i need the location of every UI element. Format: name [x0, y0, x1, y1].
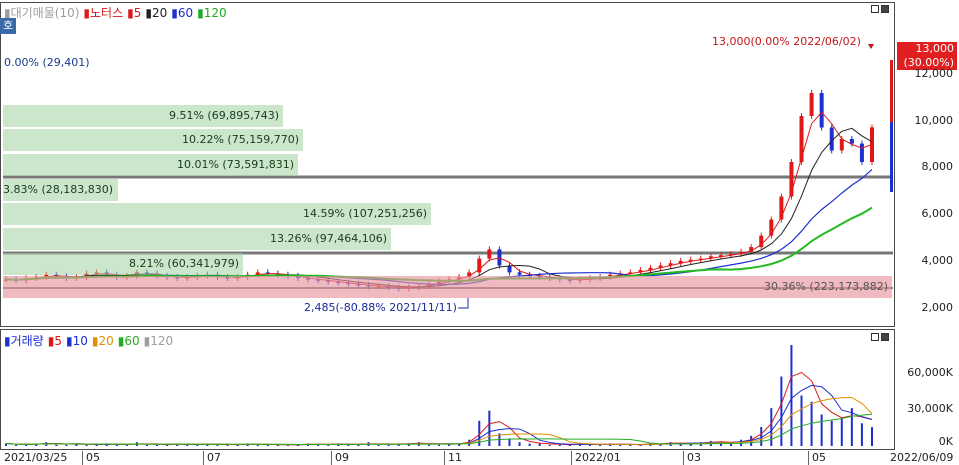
volume-bar	[65, 444, 68, 446]
supply-bar-label: 3.83% (28,183,830)	[3, 183, 114, 196]
supply-bar: 3.83% (28,183,830)	[3, 179, 118, 201]
supply-bar-label: 14.59% (107,251,256)	[302, 207, 427, 220]
candle-body	[849, 139, 854, 144]
volume-legend-item[interactable]: ▮120	[144, 334, 174, 348]
supply-bar: 9.51% (69,895,743)	[3, 105, 283, 127]
price-legend-item[interactable]: ▮120	[197, 6, 227, 20]
price-legend: ▮대기매물(10) ▮노터스 ▮5 ▮20 ▮60 ▮120	[4, 4, 231, 21]
volume-bar	[800, 395, 803, 446]
candle-body	[839, 139, 844, 151]
vol-ma60-line	[5, 413, 873, 446]
supply-bar: 10.01% (73,591,831)	[3, 154, 298, 176]
supply-bar: 10.22% (75,159,770)	[3, 129, 303, 151]
candle-body	[487, 249, 492, 259]
candle-body	[517, 272, 522, 275]
price-window-buttons[interactable]	[871, 5, 889, 13]
volume-bar	[377, 444, 380, 446]
volume-bar	[347, 444, 350, 446]
volume-bar	[840, 418, 843, 446]
maximize-icon[interactable]	[881, 5, 889, 13]
volume-bar	[518, 442, 521, 446]
supply-bar: 14.59% (107,251,256)	[3, 203, 431, 225]
volume-bar	[830, 420, 833, 446]
supply-bar: 30.36% (223,173,882)	[3, 276, 892, 298]
price-legend-item[interactable]: ▮5	[127, 6, 141, 20]
volume-bar	[790, 345, 793, 446]
volume-bar	[619, 444, 622, 446]
volume-bar	[820, 414, 823, 446]
volume-bar	[760, 427, 763, 446]
restore-icon[interactable]	[871, 5, 879, 13]
volume-bar	[115, 444, 118, 446]
current-price-bar	[890, 122, 893, 192]
volume-bar	[548, 444, 551, 446]
volume-window-buttons[interactable]	[871, 333, 889, 341]
volume-bar	[427, 444, 430, 446]
volume-bar	[871, 427, 873, 446]
price-legend-item[interactable]: ▮60	[171, 6, 193, 20]
volume-legend-item[interactable]: ▮거래량	[4, 334, 44, 348]
volume-legend-item[interactable]: ▮5	[48, 334, 62, 348]
supply-bar-label: 10.22% (75,159,770)	[181, 133, 299, 146]
volume-bar	[145, 444, 148, 446]
volume-legend-item[interactable]: ▮20	[92, 334, 114, 348]
volume-bar	[216, 444, 219, 446]
volume-bar	[156, 444, 159, 446]
vol-ma20-line	[5, 397, 873, 446]
volume-bar	[25, 444, 28, 446]
volume-legend-item[interactable]: ▮10	[66, 334, 88, 348]
volume-bar	[55, 444, 58, 446]
candle-body	[819, 93, 824, 128]
volume-bar	[387, 444, 390, 446]
supply-bar: 8.21% (60,341,979)	[3, 253, 243, 275]
maximize-icon[interactable]	[881, 333, 889, 341]
corner-label[interactable]: 호	[0, 18, 16, 34]
volume-bar	[770, 408, 773, 446]
candle-body	[809, 93, 814, 116]
low-marker	[458, 298, 469, 309]
volume-bar	[528, 443, 531, 446]
supply-bar: 13.26% (97,464,106)	[3, 228, 391, 250]
volume-legend-item[interactable]: ▮60	[118, 334, 140, 348]
supply-bar-label: 30.36% (223,173,882)	[763, 280, 888, 293]
supply-bar-label: 13.26% (97,464,106)	[269, 232, 387, 245]
volume-bar	[558, 444, 561, 446]
price-legend-item[interactable]: ▮노터스	[83, 6, 123, 20]
volume-bar	[438, 444, 440, 446]
volume-legend: ▮거래량 ▮5 ▮10 ▮20 ▮60 ▮120	[4, 332, 177, 349]
volume-bar	[85, 444, 88, 446]
volume-bar	[860, 423, 863, 446]
supply-bar-label: 8.21% (60,341,979)	[128, 257, 239, 270]
high-marker	[868, 44, 874, 49]
supply-bar-label: 9.51% (69,895,743)	[168, 109, 279, 122]
restore-icon[interactable]	[871, 333, 879, 341]
current-price-bar	[890, 60, 893, 122]
candle-body	[859, 143, 864, 162]
vol-ma10-line	[5, 384, 873, 446]
volume-bar	[850, 408, 853, 446]
volume-bar	[15, 444, 18, 446]
price-legend-item[interactable]: ▮20	[145, 6, 167, 20]
volume-bar	[810, 401, 813, 446]
vol-ma5-line	[5, 371, 873, 446]
volume-bar	[538, 443, 541, 446]
supply-bar-label: 10.01% (73,591,831)	[176, 158, 294, 171]
